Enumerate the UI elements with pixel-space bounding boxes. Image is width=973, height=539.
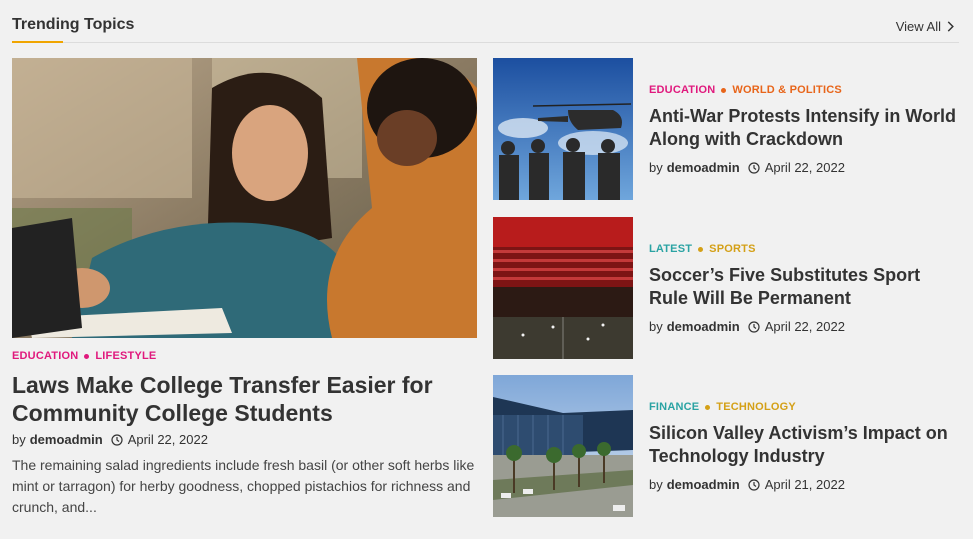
featured-image[interactable] <box>12 58 477 338</box>
category-dot <box>698 246 704 252</box>
category-lifestyle[interactable]: LIFESTYLE <box>95 350 156 362</box>
featured-title[interactable]: Laws Make College Transfer Easier for Co… <box>12 371 472 427</box>
post-title[interactable]: Soccer’s Five Substitutes Sport Rule Wil… <box>649 264 959 310</box>
post-thumbnail-stadium[interactable] <box>493 217 633 359</box>
clock-icon <box>748 161 760 174</box>
category-dot <box>721 87 727 93</box>
post-thumbnail-soldiers[interactable] <box>493 58 633 200</box>
clock-icon <box>748 320 760 333</box>
category-world-politics[interactable]: WORLD & POLITICS <box>732 84 842 96</box>
featured-meta: by demoadmin April 22, 2022 <box>12 432 208 447</box>
section-header: Trending Topics View All <box>12 14 959 43</box>
post-categories: LATEST SPORTS <box>649 243 756 255</box>
by-label: by <box>649 477 663 492</box>
by-label: by <box>12 432 26 447</box>
post-date: April 21, 2022 <box>764 477 845 492</box>
author-link[interactable]: demoadmin <box>667 477 740 492</box>
post-card: EDUCATION WORLD & POLITICS Anti-War Prote… <box>493 58 963 200</box>
title-underline <box>12 41 63 43</box>
post-title[interactable]: Silicon Valley Activism’s Impact on Tech… <box>649 422 959 468</box>
post-categories: FINANCE TECHNOLOGY <box>649 401 796 413</box>
clock-icon <box>111 433 123 446</box>
category-education[interactable]: EDUCATION <box>12 350 78 362</box>
category-dot <box>705 404 711 410</box>
clock-icon <box>748 478 760 491</box>
section-title: Trending Topics <box>12 16 135 33</box>
post-date: April 22, 2022 <box>764 319 845 334</box>
post-date: April 22, 2022 <box>764 160 845 175</box>
post-card: LATEST SPORTS Soccer’s Five Substitutes S… <box>493 217 963 359</box>
author-link[interactable]: demoadmin <box>667 160 740 175</box>
post-meta: by demoadmin April 21, 2022 <box>649 477 845 492</box>
category-technology[interactable]: TECHNOLOGY <box>716 401 796 413</box>
category-sports[interactable]: SPORTS <box>709 243 755 255</box>
category-education[interactable]: EDUCATION <box>649 84 715 96</box>
post-title[interactable]: Anti-War Protests Intensify in World Alo… <box>649 105 959 151</box>
post-categories: EDUCATION WORLD & POLITICS <box>649 84 842 96</box>
category-dot <box>84 353 90 359</box>
category-latest[interactable]: LATEST <box>649 243 692 255</box>
featured-excerpt: The remaining salad ingredients include … <box>12 457 475 515</box>
post-thumbnail-building[interactable] <box>493 375 633 517</box>
chevron-right-icon <box>947 21 954 32</box>
view-all-link[interactable]: View All <box>896 19 955 34</box>
featured-categories: EDUCATION LIFESTYLE <box>12 350 156 362</box>
post-card: FINANCE TECHNOLOGY Silicon Valley Activis… <box>493 375 963 517</box>
post-meta: by demoadmin April 22, 2022 <box>649 160 845 175</box>
post-date: April 22, 2022 <box>127 432 208 447</box>
by-label: by <box>649 160 663 175</box>
author-link[interactable]: demoadmin <box>30 432 103 447</box>
post-meta: by demoadmin April 22, 2022 <box>649 319 845 334</box>
view-all-label: View All <box>895 19 941 34</box>
author-link[interactable]: demoadmin <box>667 319 740 334</box>
category-finance[interactable]: FINANCE <box>649 401 699 413</box>
by-label: by <box>649 319 663 334</box>
